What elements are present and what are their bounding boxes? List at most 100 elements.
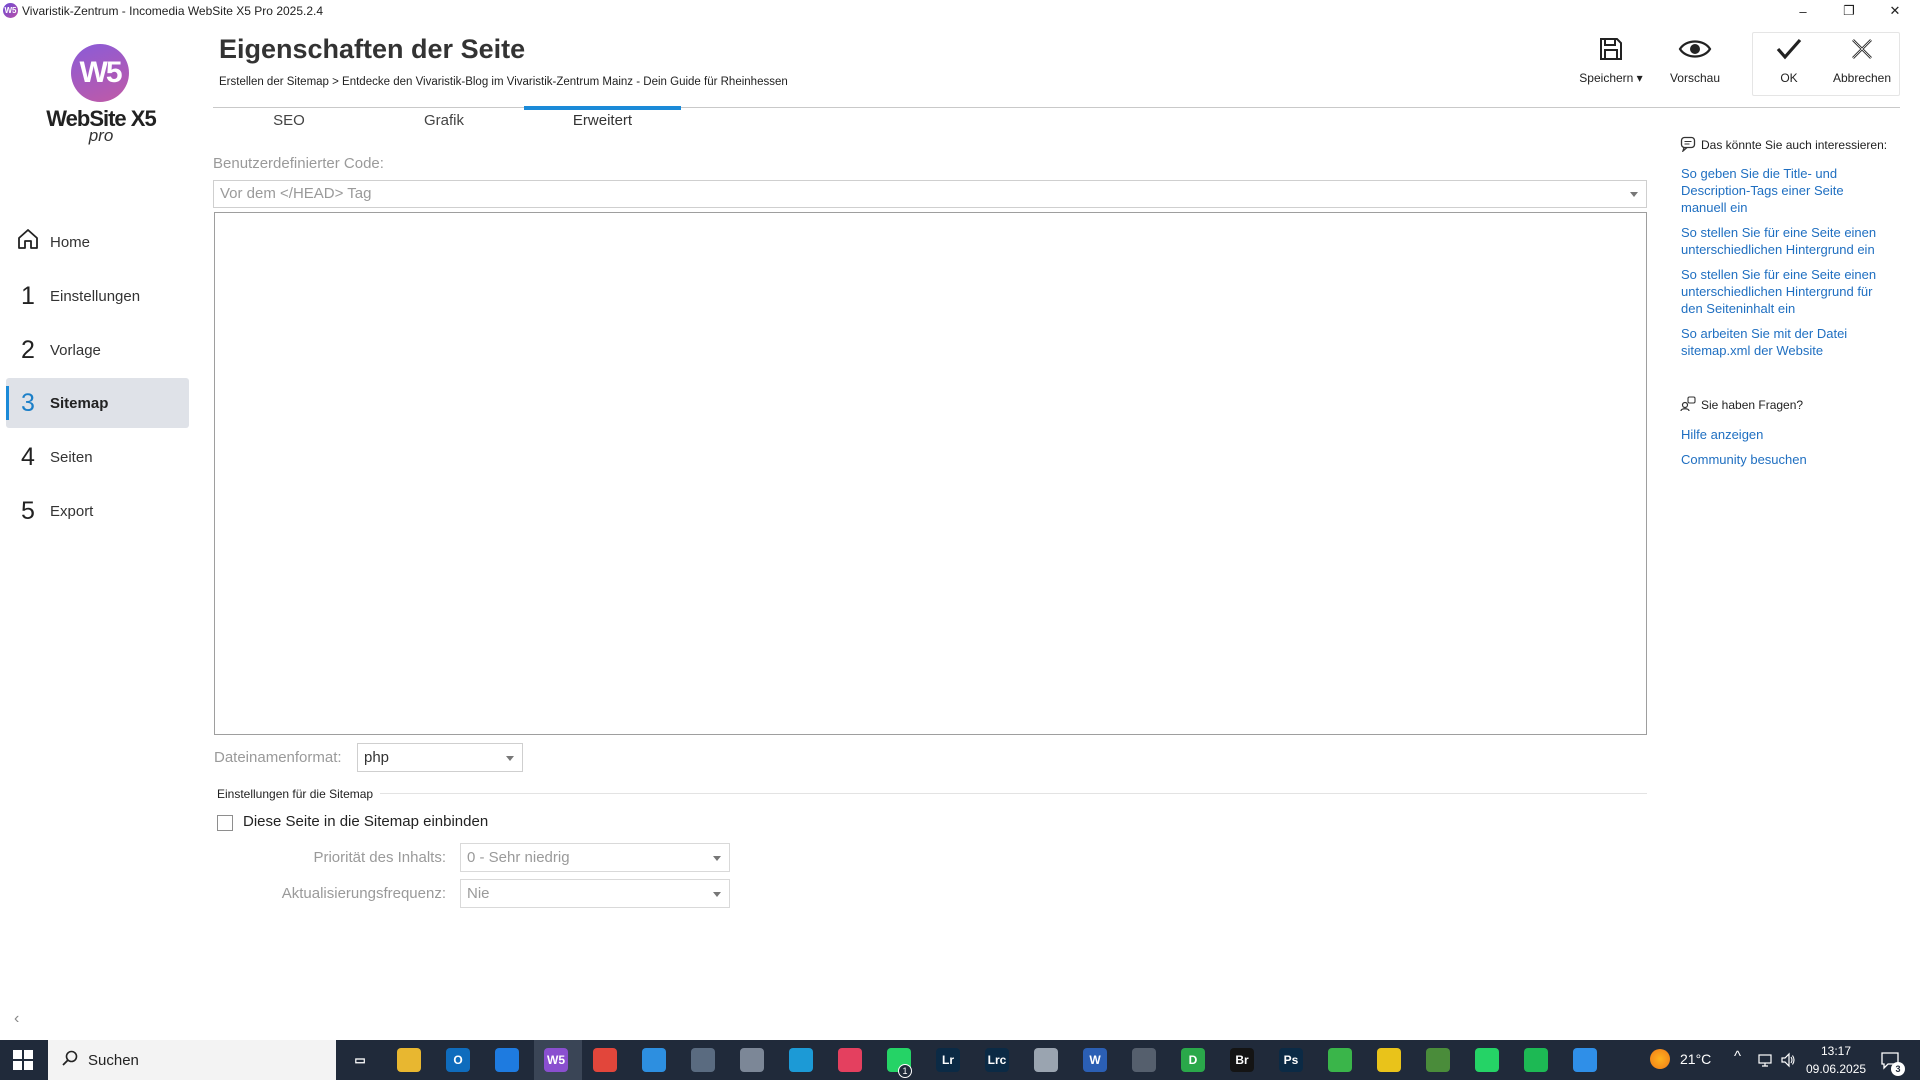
preview-button[interactable]: Vorschau	[1658, 36, 1732, 96]
sidebar-collapse-icon[interactable]: ‹	[14, 1010, 19, 1028]
include-in-sitemap-label[interactable]: Diese Seite in die Sitemap einbinden	[243, 813, 488, 830]
word-icon[interactable]: W	[1083, 1048, 1107, 1072]
minimize-button[interactable]: –	[1780, 0, 1826, 22]
dropdown-arrow-icon	[506, 756, 514, 761]
ok-label: OK	[1780, 71, 1798, 85]
calendar-2025-icon[interactable]	[1377, 1048, 1401, 1072]
help-link-page-background[interactable]: So stellen Sie für eine Seite einen unte…	[1681, 224, 1893, 258]
notification-count-badge: 3	[1891, 1062, 1905, 1076]
sidebar-item-einstellungen[interactable]: 1 Einstellungen	[6, 271, 189, 321]
title-bar: W5 Vivaristik-Zentrum - Incomedia WebSit…	[0, 0, 1920, 22]
browser-blue-icon[interactable]	[495, 1048, 519, 1072]
filename-format-dropdown[interactable]: php	[357, 743, 523, 772]
save-button[interactable]: Speichern ▾	[1574, 36, 1648, 96]
calculator-icon[interactable]	[691, 1048, 715, 1072]
spotify-icon[interactable]	[1524, 1048, 1548, 1072]
tab-seo[interactable]: SEO	[213, 112, 365, 138]
creative-cloud-icon[interactable]	[838, 1048, 862, 1072]
lightroom-classic-icon[interactable]: Lrc	[985, 1048, 1009, 1072]
sidebar-item-seiten[interactable]: 4 Seiten	[6, 432, 189, 482]
network-icon[interactable]	[1758, 1052, 1774, 1073]
sidebar-item-vorlage[interactable]: 2 Vorlage	[6, 325, 189, 375]
filename-format-value: php	[364, 749, 390, 766]
taskbar-search[interactable]: Suchen	[48, 1040, 336, 1080]
tab-grafik[interactable]: Grafik	[368, 112, 520, 138]
news-icon[interactable]	[740, 1048, 764, 1072]
close-button[interactable]: ✕	[1872, 0, 1918, 22]
task-view-icon[interactable]: ▭	[348, 1048, 372, 1072]
sidebar-item-home[interactable]: Home	[6, 217, 189, 267]
help-link-content-background[interactable]: So stellen Sie für eine Seite einen unte…	[1681, 266, 1893, 317]
windows-start-icon[interactable]	[13, 1050, 33, 1075]
community-link[interactable]: Community besuchen	[1681, 451, 1807, 468]
frequency-dropdown[interactable]: Nie	[460, 879, 730, 908]
file-explorer-icon[interactable]	[397, 1048, 421, 1072]
outlook-icon[interactable]: O	[446, 1048, 470, 1072]
cancel-button[interactable]: Abbrechen	[1825, 36, 1899, 96]
priority-dropdown[interactable]: 0 - Sehr niedrig	[460, 843, 730, 872]
priority-label: Priorität des Inhalts:	[313, 849, 446, 866]
sidebar-item-export[interactable]: 5 Export	[6, 486, 189, 536]
ok-button[interactable]: OK	[1752, 36, 1826, 96]
frequency-label: Aktualisierungsfrequenz:	[281, 885, 446, 902]
save-label: Speichern ▾	[1579, 71, 1643, 85]
d-app-icon[interactable]: D	[1181, 1048, 1205, 1072]
window-title: Vivaristik-Zentrum - Incomedia WebSite X…	[22, 4, 324, 18]
interest-title: Das könnte Sie auch interessieren:	[1701, 138, 1888, 152]
filename-format-label: Dateinamenformat:	[214, 749, 342, 766]
tab-erweitert[interactable]: Erweitert	[524, 112, 681, 138]
volume-icon[interactable]	[1780, 1052, 1796, 1073]
edge-icon[interactable]	[789, 1048, 813, 1072]
weather-temperature[interactable]: 21°C	[1680, 1051, 1711, 1067]
notes-green-icon[interactable]	[1328, 1048, 1352, 1072]
search-icon	[62, 1050, 78, 1070]
chrome-icon[interactable]	[593, 1048, 617, 1072]
custom-code-textarea[interactable]	[214, 212, 1647, 735]
tray-overflow-icon[interactable]: ^	[1734, 1048, 1741, 1065]
custom-code-label: Benutzerdefinierter Code:	[213, 155, 384, 172]
code-position-value: Vor dem </HEAD> Tag	[220, 185, 372, 202]
priority-value: 0 - Sehr niedrig	[467, 849, 570, 866]
clock-date[interactable]: 09.06.2025	[1806, 1062, 1866, 1076]
dropdown-arrow-icon	[1630, 192, 1638, 197]
bridge-icon[interactable]: Br	[1230, 1048, 1254, 1072]
logo-edition: pro	[88, 126, 114, 145]
whatsapp-icon[interactable]	[1475, 1048, 1499, 1072]
help-link-sitemap-xml[interactable]: So arbeiten Sie mit der Datei sitemap.xm…	[1681, 325, 1893, 359]
clock-time[interactable]: 13:17	[1806, 1044, 1866, 1058]
xbox-like-icon[interactable]	[1426, 1048, 1450, 1072]
step-number: 3	[21, 388, 35, 417]
include-in-sitemap-checkbox[interactable]	[217, 815, 233, 831]
close-x-icon	[1849, 36, 1875, 67]
app-window: W5 Vivaristik-Zentrum - Incomedia WebSit…	[0, 0, 1920, 1080]
search-placeholder: Suchen	[88, 1051, 139, 1069]
save-icon	[1598, 36, 1624, 67]
weather-sun-icon	[1650, 1049, 1670, 1069]
dropdown-arrow-icon	[713, 892, 721, 897]
sidebar-item-label: Sitemap	[50, 394, 109, 412]
eye-icon	[1678, 36, 1712, 67]
step-number: 2	[21, 335, 35, 364]
photoshop-icon[interactable]: Ps	[1279, 1048, 1303, 1072]
lightroom-icon[interactable]: Lr	[936, 1048, 960, 1072]
code-position-dropdown[interactable]: Vor dem </HEAD> Tag	[213, 180, 1647, 208]
sidebar-item-sitemap[interactable]: 3 Sitemap	[6, 378, 189, 428]
help-show-link[interactable]: Hilfe anzeigen	[1681, 426, 1763, 443]
step-number: 4	[21, 442, 35, 471]
cancel-label: Abbrechen	[1832, 71, 1892, 85]
cloud-app-icon[interactable]	[1034, 1048, 1058, 1072]
home-icon	[6, 227, 50, 258]
restore-button[interactable]: ❐	[1826, 0, 1872, 22]
help-link-title-tags[interactable]: So geben Sie die Title- und Description-…	[1681, 165, 1881, 216]
sidebar-item-label: Home	[50, 233, 91, 251]
photo-app-icon[interactable]	[1573, 1048, 1597, 1072]
sidebar-item-label: Seiten	[50, 448, 93, 466]
section-divider	[380, 793, 1647, 794]
mail-app-icon[interactable]	[642, 1048, 666, 1072]
active-tab-indicator	[524, 106, 681, 110]
sitemap-section-title: Einstellungen für die Sitemap	[217, 787, 374, 801]
frequency-value: Nie	[467, 885, 490, 902]
step-number: 1	[21, 281, 35, 310]
game-icon[interactable]	[1132, 1048, 1156, 1072]
website-x5-icon[interactable]: W5	[544, 1048, 568, 1072]
